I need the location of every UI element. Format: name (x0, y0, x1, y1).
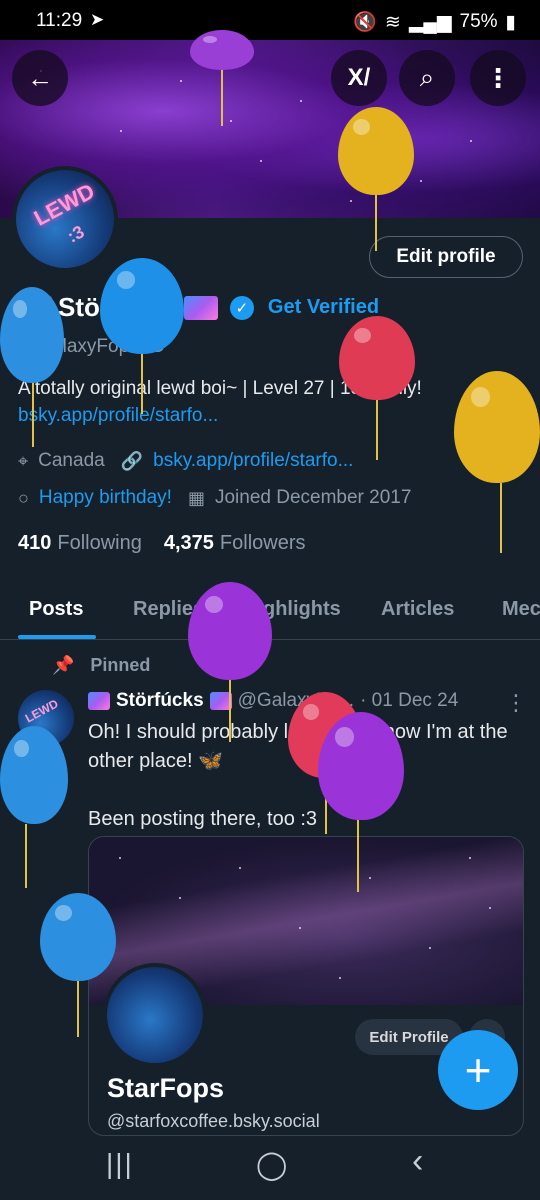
search-button[interactable]: ⌕ (399, 50, 455, 106)
balloon-red (339, 316, 415, 400)
mute-icon: 🔇 (353, 12, 377, 33)
galaxy-emoji-icon (183, 295, 218, 320)
link-icon: 🔗 (120, 450, 144, 471)
meta-row-dates: ○ Happy birthday! ▦ Joined December 2017 (18, 487, 411, 509)
balloon-purple (188, 582, 272, 680)
edit-profile-button[interactable]: Edit profile (369, 236, 523, 278)
card-avatar (103, 963, 207, 1067)
post-more-icon[interactable]: ⋮ (505, 690, 527, 716)
followers-count: 4,375 (163, 532, 214, 554)
android-nav-bar: ||| ◯ ‹ (0, 1138, 540, 1200)
website-link[interactable]: bsky.app/profile/starfo... (153, 450, 353, 472)
following-link[interactable]: 410 Following (18, 532, 142, 555)
get-verified-link[interactable]: Get Verified (268, 296, 379, 319)
balloon-icon: ○ (18, 487, 29, 508)
location-text: Canada (38, 450, 105, 471)
post-date: · 01 Dec 24 (360, 690, 459, 711)
calendar-icon: ▦ (187, 487, 205, 508)
balloon-purple (190, 30, 254, 70)
grok-button[interactable]: X/ (331, 50, 387, 106)
meta-row-location: ⌖ Canada 🔗 bsky.app/profile/starfo... (18, 450, 353, 472)
signal-icon: ▂▄▆ (408, 11, 452, 33)
card-handle: @starfoxcoffee.bsky.social (107, 1111, 320, 1131)
more-button[interactable]: ⋮ (470, 50, 526, 106)
balloon-purple (318, 712, 404, 820)
recent-apps-icon[interactable]: ||| (106, 1148, 134, 1180)
post-author-name[interactable]: Störfúcks (116, 690, 204, 712)
grok-icon: X/ (347, 64, 371, 91)
battery-percent: 75% (459, 11, 498, 32)
balloon-yellow (454, 371, 540, 483)
pin-icon: 📌 (52, 655, 75, 675)
post-text-line2: Been posting there, too :3 (88, 808, 318, 830)
pinned-label: Pinned (90, 655, 151, 675)
status-bar: 11:29 ➤ 🔇 ≋ ▂▄▆ 75% ▮ (0, 0, 540, 40)
active-tab-indicator (18, 635, 96, 639)
followers-label: Followers (219, 532, 306, 554)
balloon-blue (100, 258, 184, 354)
avatar-subtext: :3 (64, 221, 88, 247)
post-header: Störfúcks @GalaxyFo... · 01 Dec 24 (88, 690, 458, 712)
telegram-icon: ➤ (90, 10, 105, 29)
birthday-link[interactable]: Happy birthday! (39, 487, 172, 509)
pinned-label-row: 📌 Pinned (52, 655, 150, 676)
compose-button[interactable]: + (438, 1030, 518, 1110)
galaxy-emoji-icon (88, 692, 110, 710)
tab-media[interactable]: Mec (502, 598, 540, 621)
following-label: Following (57, 532, 142, 554)
balloon-yellow (338, 107, 414, 195)
back-button[interactable]: ← (12, 50, 68, 106)
profile-avatar[interactable]: LEWD :3 (12, 166, 118, 272)
joined-date: Joined December 2017 (214, 487, 412, 508)
avatar-text: LEWD (29, 178, 99, 231)
location-pin-icon: ⌖ (18, 450, 29, 471)
wifi-icon: ≋ (384, 11, 401, 33)
battery-icon: ▮ (505, 11, 516, 33)
tab-articles[interactable]: Articles (381, 598, 454, 621)
balloon-blue (0, 287, 64, 383)
search-icon: ⌕ (419, 62, 435, 92)
tab-posts[interactable]: Posts (29, 598, 83, 621)
home-icon[interactable]: ◯ (256, 1148, 287, 1181)
status-time: 11:29 (36, 10, 83, 31)
bio-link[interactable]: bsky.app/profile/starfo... (18, 405, 218, 427)
follow-stats: 410 Following 4,375 Followers (18, 532, 306, 555)
more-vertical-icon: ⋮ (485, 62, 511, 93)
balloon-blue (40, 893, 116, 981)
display-name-row: Störfúcks ✓ Get Verified (18, 292, 379, 323)
following-count: 410 (18, 532, 52, 554)
balloon-blue (0, 726, 68, 824)
verified-badge-icon[interactable]: ✓ (229, 295, 254, 320)
card-name: StarFops (107, 1073, 225, 1103)
arrow-left-icon: ← (27, 62, 53, 93)
followers-link[interactable]: 4,375 Followers (164, 532, 306, 555)
back-nav-icon[interactable]: ‹ (412, 1142, 423, 1181)
